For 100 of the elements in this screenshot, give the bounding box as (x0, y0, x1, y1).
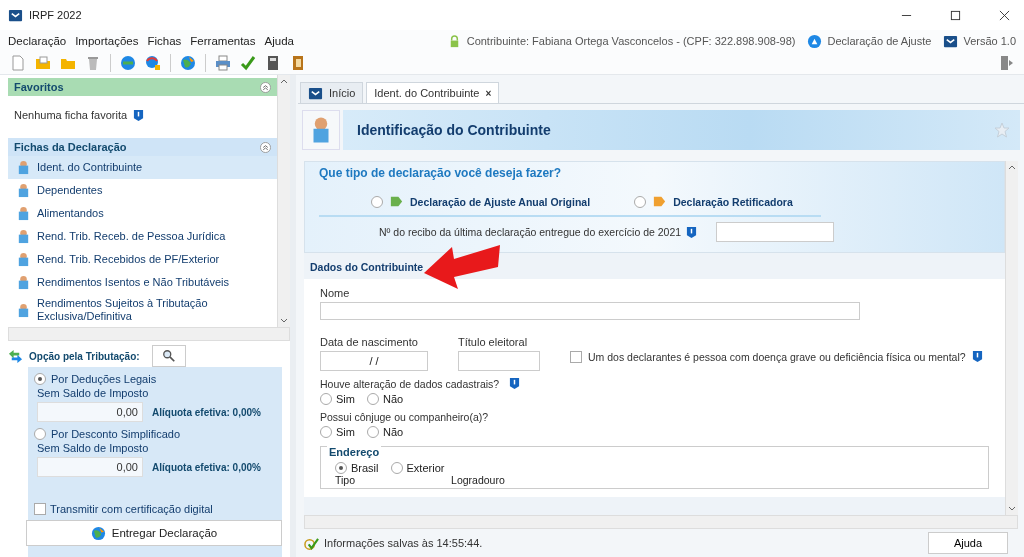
help-button[interactable]: Ajuda (928, 532, 1008, 554)
menu-item[interactable]: Importações (75, 35, 139, 47)
radio-label: Sim (336, 393, 355, 405)
search-button[interactable] (151, 345, 186, 367)
amount-field[interactable]: 0,00 (37, 402, 143, 422)
form-list-item[interactable]: Dependentes (8, 179, 277, 202)
radio-label: Exterior (406, 462, 445, 474)
menu-item[interactable]: Ajuda (264, 35, 294, 47)
menu-item[interactable]: Fichas (147, 35, 182, 47)
question-label: Houve alteração de dados cadastrais? (320, 377, 500, 390)
person-icon (16, 229, 31, 244)
radio-button[interactable] (371, 195, 383, 208)
submit-declaration-button[interactable]: Entregar Declaração (26, 520, 282, 546)
tab-close-button[interactable]: × (485, 87, 492, 99)
window-title: IRPF 2022 (29, 9, 82, 21)
amount-field[interactable]: 0,00 (37, 457, 143, 477)
page-title: Identificação do Contribuinte (357, 122, 551, 138)
radio-button[interactable] (34, 373, 46, 385)
question-title: Que tipo de declaração você deseja fazer? (319, 166, 563, 180)
radio-label: Não (382, 393, 404, 405)
radio-button[interactable] (335, 462, 347, 474)
new-document-icon[interactable] (10, 55, 26, 71)
tab[interactable]: Ident. do Contribuinte × (366, 82, 500, 103)
form-list-item[interactable]: Alimentandos (8, 202, 277, 225)
radio-button[interactable] (634, 195, 647, 208)
form-list-item[interactable]: Rendimentos Isentos e Não Tributáveis (8, 271, 277, 294)
collapse-icon[interactable] (260, 81, 271, 93)
maximize-icon[interactable] (950, 9, 961, 21)
scroll-up-icon[interactable] (280, 78, 288, 84)
balance-label: Sem Saldo de Imposto (36, 442, 150, 456)
field-label: Nome (320, 287, 351, 299)
form-list-item[interactable]: Rendimentos Sujeitos à Tributação Exclusiva/Definitiva (8, 294, 277, 326)
balance-label: Sem Saldo de Imposto (36, 387, 150, 401)
radio-button[interactable] (320, 426, 332, 438)
tax-option-title: Opção pela Tributação: (29, 350, 140, 362)
printer-icon[interactable] (215, 55, 231, 71)
exit-door-icon[interactable] (998, 55, 1014, 71)
effective-rate: Alíquota efetiva: 0,00% (152, 406, 261, 418)
close-icon[interactable] (999, 9, 1010, 21)
badge-icon (807, 33, 823, 49)
scrollbar[interactable] (1005, 161, 1018, 515)
info-icon[interactable] (133, 108, 145, 122)
scrollbar[interactable] (8, 327, 290, 341)
search-icon (161, 349, 176, 363)
name-field[interactable] (320, 302, 860, 320)
group-title: Endereço (327, 446, 382, 458)
saved-check-icon (304, 535, 319, 551)
collapse-icon[interactable] (260, 141, 271, 153)
person-icon (16, 275, 31, 290)
radio-label: Sim (336, 426, 355, 438)
form-list-item[interactable]: Rend. Trib. Receb. de Pessoa Jurídica (8, 225, 277, 248)
calculator-icon[interactable] (265, 55, 281, 71)
info-icon[interactable] (971, 350, 983, 363)
scrollbar[interactable] (277, 75, 290, 327)
forms-title: Fichas da Declaração (14, 141, 127, 153)
scroll-down-icon[interactable] (1008, 506, 1016, 512)
voter-id-field[interactable] (458, 351, 540, 371)
checkbox[interactable] (570, 350, 582, 363)
checkbox-label: Transmitir com certificação digital (50, 503, 213, 515)
scroll-down-icon[interactable] (280, 318, 288, 324)
radio-button[interactable] (366, 426, 379, 438)
checkbox[interactable] (34, 503, 46, 515)
form-list-item[interactable]: Rend. Trib. Recebidos de PF/Exterior (8, 248, 277, 271)
open-folder-icon[interactable] (35, 55, 51, 71)
section-title: Dados do Contribuinte (310, 261, 424, 273)
info-icon[interactable] (509, 377, 521, 390)
scroll-up-icon[interactable] (1008, 164, 1016, 170)
radio-label: Não (382, 426, 404, 438)
arrows-icon (8, 348, 23, 364)
checkmark-icon[interactable] (240, 55, 256, 71)
radio-button[interactable] (390, 462, 403, 474)
form-list-item[interactable]: Ident. do Contribuinte (8, 156, 277, 179)
option-label: Por Deduções Legais (51, 373, 157, 385)
tab[interactable]: Início (300, 82, 364, 103)
date-field[interactable]: / / (320, 351, 428, 371)
radio-button[interactable] (366, 393, 379, 405)
person-icon (16, 252, 31, 267)
globe-icon[interactable] (180, 55, 196, 71)
menu-item[interactable]: Declaração (8, 35, 67, 47)
star-icon[interactable] (994, 122, 1010, 138)
status-message: Informações salvas às 14:55:44. (324, 537, 483, 549)
declaration-type-info: Declaração de Ajuste (827, 35, 932, 47)
radio-button[interactable] (34, 428, 46, 440)
trash-icon[interactable] (85, 55, 101, 71)
question-label: Possui cônjuge ou companheiro(a)? (320, 411, 489, 423)
radio-label: Brasil (351, 462, 379, 474)
scrollbar[interactable] (304, 515, 1018, 529)
info-icon[interactable] (686, 225, 698, 239)
person-icon (311, 116, 331, 144)
radio-button[interactable] (320, 393, 332, 405)
person-icon (16, 183, 31, 198)
tag-icon (389, 194, 404, 209)
version-info: Versão 1.0 (963, 35, 1016, 47)
person-icon (16, 160, 31, 175)
receipt-field[interactable] (716, 222, 835, 242)
receipt-label: Nº do recibo da última declaração entregue do exercício de 2021 (379, 226, 682, 238)
globe-icon (90, 525, 106, 541)
contributor-info: Contribuinte: Fabiana Ortega Vasconcelos - (CPF: 322.898.908-98) (466, 35, 796, 47)
menu-item[interactable]: Ferramentas (190, 35, 256, 47)
effective-rate: Alíquota efetiva: 0,00% (152, 461, 261, 473)
